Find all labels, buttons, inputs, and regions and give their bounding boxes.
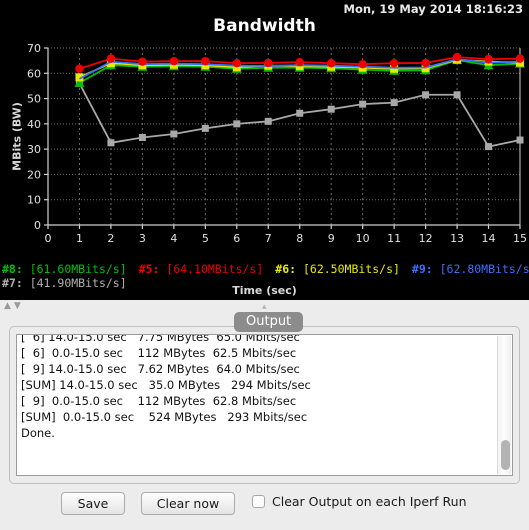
x-tick-label: 6: [233, 232, 240, 245]
legend-item-value: [61.60MBits/s]: [29, 262, 127, 276]
x-tick-label: 9: [328, 232, 335, 245]
legend-item-7: #7: [41.90MBits/s]: [2, 276, 127, 290]
graph-panel: Mon, 19 May 2014 18:16:23 Bandwidth MBit…: [0, 0, 529, 300]
legend-item-id: #7:: [2, 276, 30, 290]
x-tick-label: 12: [419, 232, 433, 245]
y-tick-label: 10: [27, 194, 41, 207]
output-scrollbar[interactable]: [497, 336, 511, 474]
bandwidth-line-chart: 0102030405060700 1 2 3 4 5 6 7 8 9 10 11 12 13 14 15: [27, 42, 527, 245]
plot-area: MBits (BW) Time (sec) 0 10 20 30 40 50 60 70 0 1 2…: [0, 40, 529, 297]
x-tick-label: 14: [482, 232, 496, 245]
legend-item-5: #5: [64.10MBits/s]: [139, 262, 264, 276]
scroll-arrows-icon[interactable]: ▲▼: [4, 301, 24, 311]
y-tick-label: 20: [27, 168, 41, 181]
y-tick-label: 40: [27, 118, 41, 131]
x-tick-label: 8: [296, 232, 303, 245]
x-tick-label: 5: [202, 232, 209, 245]
legend-item-9: #9: [62.80MBits/s]: [412, 262, 529, 276]
x-tick-label: 15: [513, 232, 527, 245]
x-tick-label: 7: [265, 232, 272, 245]
x-tick-label: 2: [107, 232, 114, 245]
y-tick-label: 0: [34, 219, 41, 232]
x-tick-label: 1: [76, 232, 83, 245]
legend-item-id: #5:: [138, 262, 167, 276]
legend-item-value: [62.50MBits/s]: [302, 262, 400, 276]
x-tick-label: 3: [139, 232, 146, 245]
legend-item-6: #6: [62.50MBits/s]: [275, 262, 400, 276]
iperf-bandwidth-window: Mon, 19 May 2014 18:16:23 Bandwidth MBit…: [0, 0, 529, 530]
legend-item-id: #6:: [275, 262, 303, 276]
legend-row-primary: #8: [61.60MBits/s] #5: [64.10MBits/s] #6: …: [2, 262, 529, 276]
bottom-toolbar: Save Clear now Clear Output on each Iper…: [0, 492, 529, 530]
y-tick-label: 50: [27, 93, 41, 106]
y-tick-label: 70: [27, 42, 41, 55]
x-tick-label: 11: [387, 232, 401, 245]
chart-legend: #8: [61.60MBits/s] #5: [64.10MBits/s] #6: …: [0, 262, 529, 300]
x-tick-label: 10: [356, 232, 370, 245]
legend-item-value: [62.80MBits/s]: [439, 262, 529, 276]
legend-item-value: [64.10MBits/s]: [166, 262, 264, 276]
output-tab-label: Output: [234, 312, 304, 332]
save-button[interactable]: Save: [61, 492, 125, 515]
legend-item-value: [41.90MBits/s]: [29, 276, 127, 290]
splitter-grip-icon[interactable]: ▴: [262, 302, 267, 312]
output-text-content: [ 6] 14.0-15.0 sec 7.75 MBytes 65.0 Mbit…: [21, 334, 311, 440]
output-textarea[interactable]: [ 6] 14.0-15.0 sec 7.75 MBytes 65.0 Mbit…: [16, 334, 513, 476]
legend-item-id: #9:: [411, 262, 440, 276]
clear-output-checkbox-group[interactable]: Clear Output on each Iperf Run: [252, 494, 467, 509]
scrollbar-thumb[interactable]: [501, 440, 510, 470]
clear-now-button[interactable]: Clear now: [141, 492, 235, 515]
y-tick-label: 30: [27, 143, 41, 156]
legend-item-id: #8:: [2, 262, 30, 276]
x-tick-label: 4: [170, 232, 177, 245]
timestamp-label: Mon, 19 May 2014 18:16:23: [343, 2, 523, 16]
x-tick-label: 13: [450, 232, 464, 245]
legend-item-8: #8: [61.60MBits/s]: [2, 262, 127, 276]
clear-output-checkbox[interactable]: [252, 495, 265, 508]
x-tick-label: 0: [45, 232, 52, 245]
chart-title: Bandwidth: [213, 16, 316, 36]
clear-output-checkbox-label: Clear Output on each Iperf Run: [272, 494, 467, 509]
legend-row-secondary: #7: [41.90MBits/s]: [2, 276, 527, 290]
y-tick-label: 60: [27, 67, 41, 80]
